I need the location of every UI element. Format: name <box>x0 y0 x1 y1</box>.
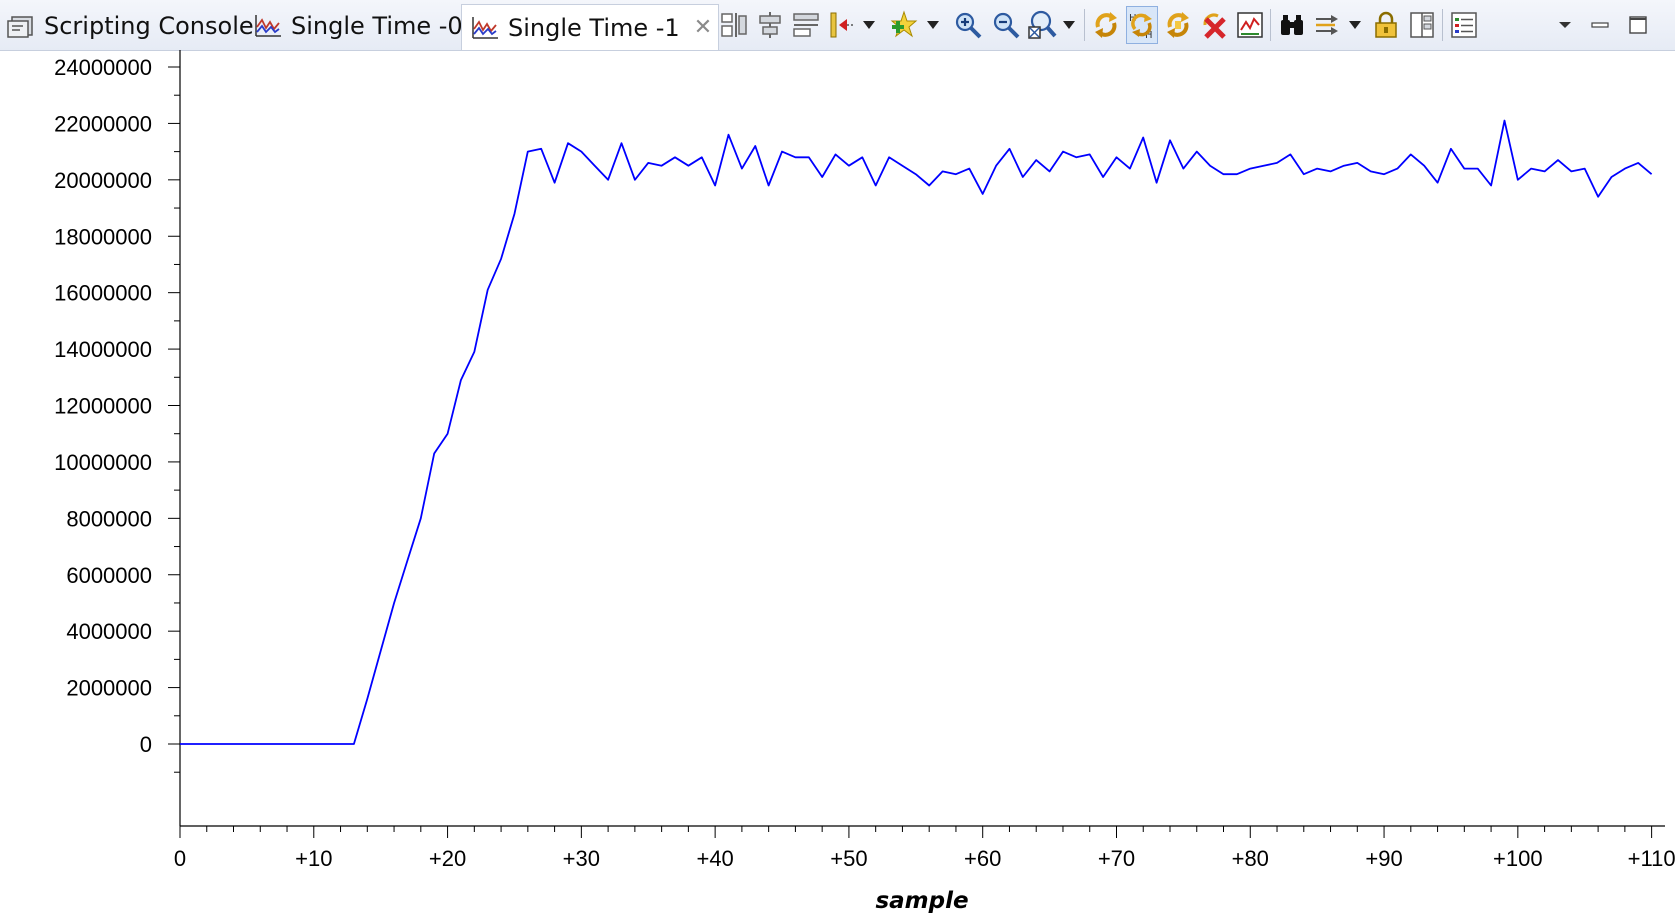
x-tick-label: +110 <box>1628 846 1675 871</box>
scripting-console-icon <box>7 15 33 38</box>
maximize-icon[interactable] <box>1622 6 1654 44</box>
add-measurement-icon[interactable] <box>888 6 920 44</box>
view-menu-icon[interactable] <box>1556 6 1574 44</box>
graph-icon <box>255 14 281 37</box>
y-tick-label: 14000000 <box>54 337 152 362</box>
graph-properties-icon[interactable] <box>1234 6 1266 44</box>
y-tick-label: 8000000 <box>66 506 152 531</box>
layout-icon[interactable] <box>1406 6 1438 44</box>
continuous-refresh-icon[interactable] <box>1162 6 1194 44</box>
series-line <box>180 119 1653 745</box>
remove-icon[interactable] <box>1198 6 1230 44</box>
zoom-fit-icon[interactable] <box>1026 6 1058 44</box>
x-tick-label: +60 <box>964 846 1001 871</box>
legend-icon[interactable] <box>1448 6 1480 44</box>
y-tick-label: 4000000 <box>66 619 152 644</box>
chart: 0 2000000 4000000 6000000 8000000 10000000 120… <box>54 50 1675 914</box>
align-columns-icon[interactable] <box>718 6 750 44</box>
y-tick-label: 24000000 <box>54 55 152 80</box>
tab-label: Scripting Console <box>44 11 254 40</box>
x-tick-label: +90 <box>1365 846 1402 871</box>
tab-scripting-console[interactable]: Scripting Console <box>6 5 254 46</box>
align-rows-icon[interactable] <box>790 6 822 44</box>
x-axis-label: sample <box>875 888 968 914</box>
toolbar-separator <box>1442 9 1443 41</box>
close-icon[interactable]: ✕ <box>694 15 712 40</box>
y-tick-label: 0 <box>140 732 152 757</box>
y-tick-label: 20000000 <box>54 168 152 193</box>
y-tick-label: 2000000 <box>66 676 152 701</box>
align-center-icon[interactable] <box>754 6 786 44</box>
dropdown-arrow-icon[interactable] <box>1060 6 1078 44</box>
tab-bar: Scripting Console Single Time -0 Single … <box>0 0 1675 51</box>
minimize-icon[interactable] <box>1584 6 1616 44</box>
chart-series <box>180 119 1653 745</box>
x-tick-label: +20 <box>429 846 466 871</box>
x-tick-label: 0 <box>174 846 186 871</box>
dropdown-arrow-icon[interactable] <box>1346 6 1364 44</box>
set-marker-icon[interactable] <box>826 6 858 44</box>
import-export-icon[interactable] <box>1312 6 1344 44</box>
y-tick-label: 6000000 <box>66 563 152 588</box>
y-tick-label: 16000000 <box>54 281 152 306</box>
refresh-icon[interactable] <box>1090 6 1122 44</box>
toggle-hex-icon[interactable]: HH <box>1126 6 1158 44</box>
zoom-out-icon[interactable] <box>990 6 1022 44</box>
y-tick-label: 18000000 <box>54 224 152 249</box>
x-tick-label: +10 <box>295 846 332 871</box>
x-tick-label: +30 <box>563 846 600 871</box>
graph-icon <box>472 16 498 39</box>
y-tick-label: 10000000 <box>54 450 152 475</box>
toolbar-separator <box>1084 9 1085 41</box>
chart-axes <box>179 50 1665 827</box>
dropdown-arrow-icon[interactable] <box>860 6 878 44</box>
tab-label: Single Time -0 <box>291 11 463 40</box>
x-tick-label: +70 <box>1098 846 1135 871</box>
tab-single-time-0[interactable]: Single Time -0 <box>253 5 463 46</box>
tab-label: Single Time -1 <box>508 13 680 42</box>
tab-single-time-1[interactable]: Single Time -1 ✕ <box>461 4 720 50</box>
zoom-in-icon[interactable] <box>952 6 984 44</box>
toolbar-separator <box>1270 9 1271 41</box>
x-tick-label: +50 <box>830 846 867 871</box>
lock-icon[interactable] <box>1370 6 1402 44</box>
x-tick-label: +40 <box>696 846 733 871</box>
y-axis: 0 2000000 4000000 6000000 8000000 10000000 120… <box>54 55 180 773</box>
x-axis: 0 +10 +20 +30 +40 +50 +60 +70 +80 +90 +100 +110 <box>174 826 1675 871</box>
y-tick-label: 12000000 <box>54 394 152 419</box>
find-icon[interactable] <box>1276 6 1308 44</box>
x-tick-label: +100 <box>1493 846 1543 871</box>
x-tick-label: +80 <box>1232 846 1269 871</box>
y-tick-label: 22000000 <box>54 111 152 136</box>
dropdown-arrow-icon[interactable] <box>924 6 942 44</box>
